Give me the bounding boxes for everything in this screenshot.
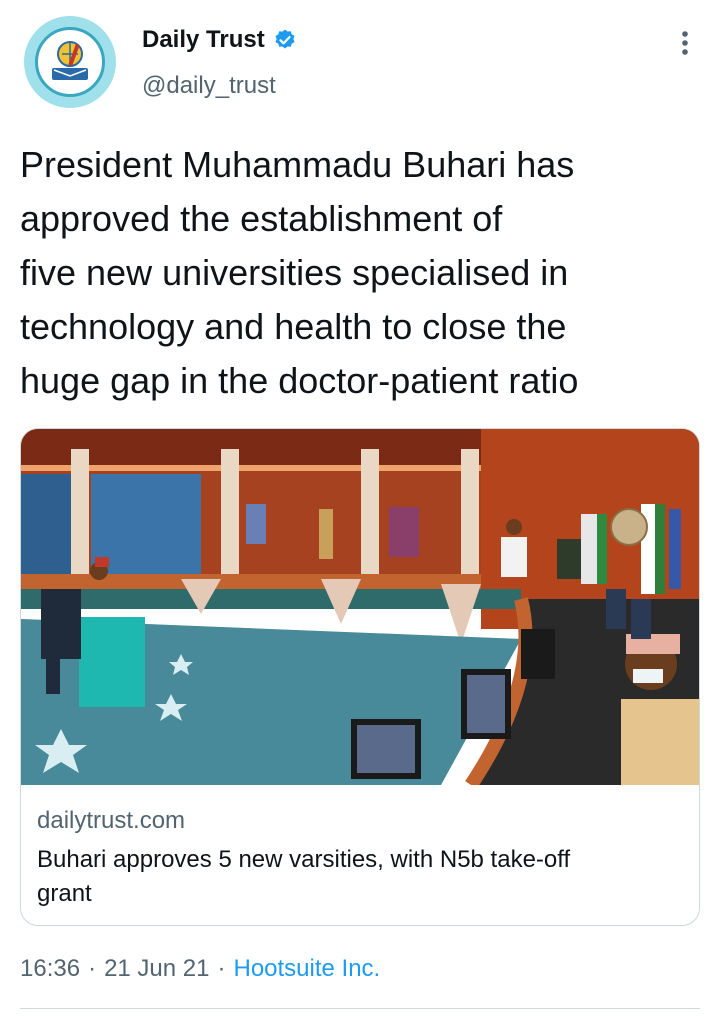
- author-name-row: Daily Trust: [142, 26, 297, 54]
- link-title: Buhari approves 5 new varsities, with N5…: [37, 843, 687, 911]
- tweet-text-line: huge gap in the doctor-patient ratio: [20, 360, 579, 401]
- display-name[interactable]: Daily Trust: [142, 26, 265, 54]
- daily-trust-logo-icon: [35, 27, 105, 97]
- divider: [20, 1008, 700, 1009]
- tweet-text-line: President Muhammadu Buhari has: [20, 144, 575, 185]
- tweet-time[interactable]: 16:36: [20, 955, 80, 983]
- tweet-date[interactable]: 21 Jun 21: [104, 955, 209, 983]
- link-title-line: Buhari approves 5 new varsities, with N5…: [37, 846, 571, 873]
- link-domain: dailytrust.com: [37, 807, 186, 834]
- tweet-text: President Muhammadu Buhari has approved …: [20, 138, 700, 408]
- tweet-metadata: 16:36 · 21 Jun 21 · Hootsuite Inc.: [20, 955, 380, 983]
- more-options-icon[interactable]: [670, 28, 700, 58]
- tweet-source-link[interactable]: Hootsuite Inc.: [233, 955, 380, 983]
- council-chamber-photo[interactable]: [21, 429, 700, 785]
- tweet-text-line: five new universities specialised in: [20, 252, 569, 293]
- tweet-text-line: technology and health to close the: [20, 306, 567, 347]
- verified-badge-icon: [275, 29, 295, 49]
- user-handle[interactable]: @daily_trust: [142, 72, 276, 100]
- link-title-line: grant: [37, 880, 92, 907]
- avatar[interactable]: [24, 16, 116, 108]
- meta-separator: ·: [217, 955, 226, 982]
- meta-separator: ·: [88, 955, 97, 982]
- tweet-header: Daily Trust @daily_trust: [0, 0, 720, 120]
- tweet-text-line: approved the establishment of: [20, 198, 503, 239]
- link-preview-card[interactable]: dailytrust.com Buhari approves 5 new var…: [20, 428, 700, 926]
